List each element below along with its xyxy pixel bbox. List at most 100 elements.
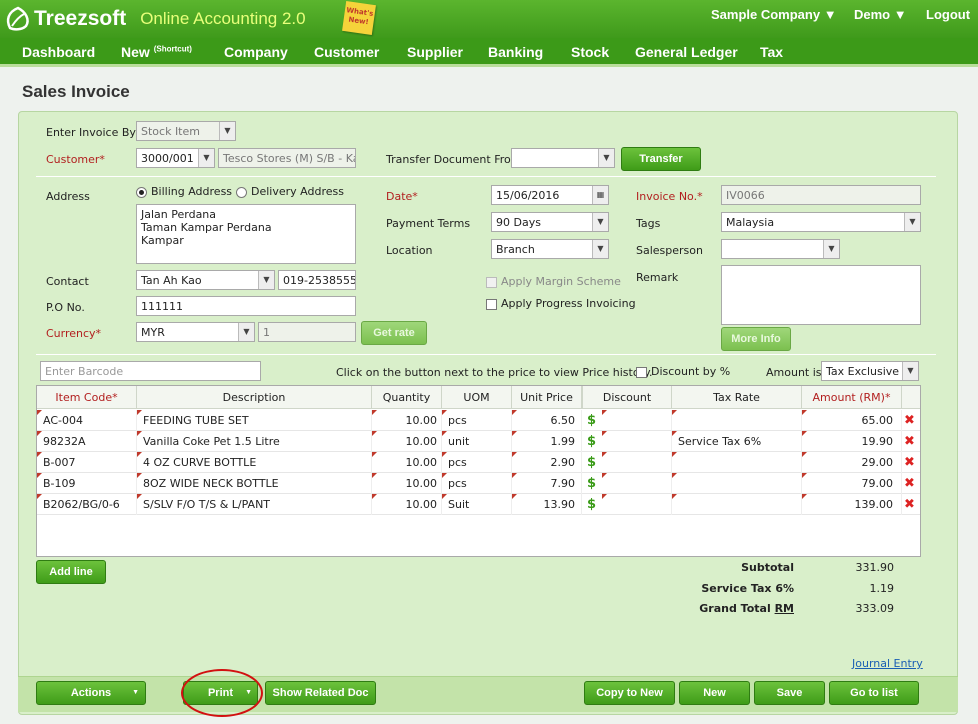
show-related-doc-button[interactable]: Show Related Doc (265, 681, 376, 705)
logo[interactable]: Treezsoft Online Accounting 2.0 (4, 6, 306, 32)
price-history-icon[interactable]: $ (587, 410, 596, 431)
table-row[interactable]: B2062/BG/0-6 S/SLV F/O T/S & L/PANT 10.00 S… (37, 494, 920, 515)
customer-code-select[interactable]: 3000/001 ▼ (136, 148, 215, 168)
nav-new[interactable]: New (Shortcut) (121, 44, 192, 60)
cell-tax[interactable] (672, 410, 802, 431)
cell-qty[interactable]: 10.00 (372, 494, 442, 515)
nav-company[interactable]: Company (224, 44, 288, 60)
contact-select[interactable]: Tan Ah Kao ▼ (136, 270, 275, 290)
delete-row-icon[interactable]: ✖ (904, 473, 915, 494)
user-menu[interactable]: Demo ▼ (854, 7, 907, 22)
cell-uom[interactable]: Suit (442, 494, 512, 515)
cell-qty[interactable]: 10.00 (372, 452, 442, 473)
cell-uom[interactable]: pcs (442, 452, 512, 473)
cell-desc[interactable]: 8OZ WIDE NECK BOTTLE (137, 473, 372, 494)
col-discount[interactable]: Discount (582, 386, 672, 409)
delete-row-icon[interactable]: ✖ (904, 431, 915, 452)
cell-amount[interactable]: 139.00 (802, 494, 902, 515)
transfer-button[interactable]: Transfer (621, 147, 701, 171)
company-menu[interactable]: Sample Company ▼ (711, 7, 837, 22)
amount-is-select[interactable]: Tax Exclusive ▼ (821, 361, 919, 381)
cell-discount[interactable] (602, 494, 672, 515)
save-button[interactable]: Save (754, 681, 825, 705)
cell-tax[interactable] (672, 473, 802, 494)
cell-code[interactable]: AC-004 (37, 410, 137, 431)
col-uom[interactable]: UOM (442, 386, 512, 409)
cell-discount[interactable] (602, 410, 672, 431)
contact-phone-field[interactable]: 019-2538555 (278, 270, 356, 290)
more-info-button[interactable]: More Info (721, 327, 791, 351)
enter-by-select[interactable]: Stock Item ▼ (136, 121, 236, 141)
col-tax-rate[interactable]: Tax Rate (672, 386, 802, 409)
cell-uom[interactable]: pcs (442, 410, 512, 431)
actions-button[interactable]: Actions ▼ (36, 681, 146, 705)
table-row[interactable]: B-007 4 OZ CURVE BOTTLE 10.00 pcs 2.90 29.00 $… (37, 452, 920, 473)
col-description[interactable]: Description (137, 386, 372, 409)
cell-price[interactable]: 13.90 (512, 494, 582, 515)
payment-terms-select[interactable]: 90 Days ▼ (491, 212, 609, 232)
cell-code[interactable]: B-109 (37, 473, 137, 494)
barcode-input[interactable]: Enter Barcode (40, 361, 261, 381)
cell-code[interactable]: B2062/BG/0-6 (37, 494, 137, 515)
tags-select[interactable]: Malaysia ▼ (721, 212, 921, 232)
cell-code[interactable]: 98232A (37, 431, 137, 452)
cell-amount[interactable]: 79.00 (802, 473, 902, 494)
discount-pct-checkbox[interactable]: Discount by % (636, 365, 730, 378)
currency-select[interactable]: MYR ▼ (136, 322, 255, 342)
logout-link[interactable]: Logout (926, 7, 970, 22)
cell-desc[interactable]: S/SLV F/O T/S & L/PANT (137, 494, 372, 515)
remark-textarea[interactable] (721, 265, 921, 325)
cell-amount[interactable]: 65.00 (802, 410, 902, 431)
col-quantity[interactable]: Quantity (372, 386, 442, 409)
journal-entry-link[interactable]: Journal Entry (852, 657, 923, 670)
cell-desc[interactable]: Vanilla Coke Pet 1.5 Litre (137, 431, 372, 452)
cell-tax[interactable] (672, 494, 802, 515)
price-history-icon[interactable]: $ (587, 473, 596, 494)
table-row[interactable]: AC-004 FEEDING TUBE SET 10.00 pcs 6.50 65.00 $… (37, 410, 920, 431)
po-field[interactable]: 111111 (136, 296, 356, 316)
cell-qty[interactable]: 10.00 (372, 431, 442, 452)
cell-discount[interactable] (602, 452, 672, 473)
salesperson-select[interactable]: ▼ (721, 239, 840, 259)
delete-row-icon[interactable]: ✖ (904, 494, 915, 515)
get-rate-button[interactable]: Get rate (361, 321, 427, 345)
price-history-icon[interactable]: $ (587, 494, 596, 515)
cell-tax[interactable] (672, 452, 802, 473)
delete-row-icon[interactable]: ✖ (904, 410, 915, 431)
table-row[interactable]: 98232A Vanilla Coke Pet 1.5 Litre 10.00 uni… (37, 431, 920, 452)
date-field[interactable]: 15/06/2016 ▦ (491, 185, 609, 205)
location-select[interactable]: Branch ▼ (491, 239, 609, 259)
calendar-icon[interactable]: ▦ (592, 186, 608, 204)
cell-uom[interactable]: pcs (442, 473, 512, 494)
cell-uom[interactable]: unit (442, 431, 512, 452)
cell-price[interactable]: 1.99 (512, 431, 582, 452)
transfer-select[interactable]: ▼ (511, 148, 615, 168)
copy-to-new-button[interactable]: Copy to New (584, 681, 675, 705)
apply-progress-checkbox[interactable]: Apply Progress Invoicing (486, 297, 636, 310)
cell-code[interactable]: B-007 (37, 452, 137, 473)
delete-row-icon[interactable]: ✖ (904, 452, 915, 473)
go-to-list-button[interactable]: Go to list (829, 681, 919, 705)
price-history-icon[interactable]: $ (587, 452, 596, 473)
nav-customer[interactable]: Customer (314, 44, 379, 60)
cell-amount[interactable]: 29.00 (802, 452, 902, 473)
price-history-icon[interactable]: $ (587, 431, 596, 452)
nav-supplier[interactable]: Supplier (407, 44, 463, 60)
billing-address-radio[interactable]: Billing Address (136, 185, 232, 198)
col-unit-price[interactable]: Unit Price (512, 386, 582, 409)
col-item-code[interactable]: Item Code* (37, 386, 137, 409)
cell-qty[interactable]: 10.00 (372, 410, 442, 431)
cell-tax[interactable]: Service Tax 6% (672, 431, 802, 452)
nav-stock[interactable]: Stock (571, 44, 609, 60)
nav-dashboard[interactable]: Dashboard (22, 44, 95, 60)
cell-price[interactable]: 2.90 (512, 452, 582, 473)
cell-desc[interactable]: 4 OZ CURVE BOTTLE (137, 452, 372, 473)
cell-price[interactable]: 7.90 (512, 473, 582, 494)
cell-discount[interactable] (602, 431, 672, 452)
nav-general-ledger[interactable]: General Ledger (635, 44, 738, 60)
cell-qty[interactable]: 10.00 (372, 473, 442, 494)
cell-amount[interactable]: 19.90 (802, 431, 902, 452)
nav-tax[interactable]: Tax (760, 44, 783, 60)
new-button[interactable]: New (679, 681, 750, 705)
nav-banking[interactable]: Banking (488, 44, 543, 60)
